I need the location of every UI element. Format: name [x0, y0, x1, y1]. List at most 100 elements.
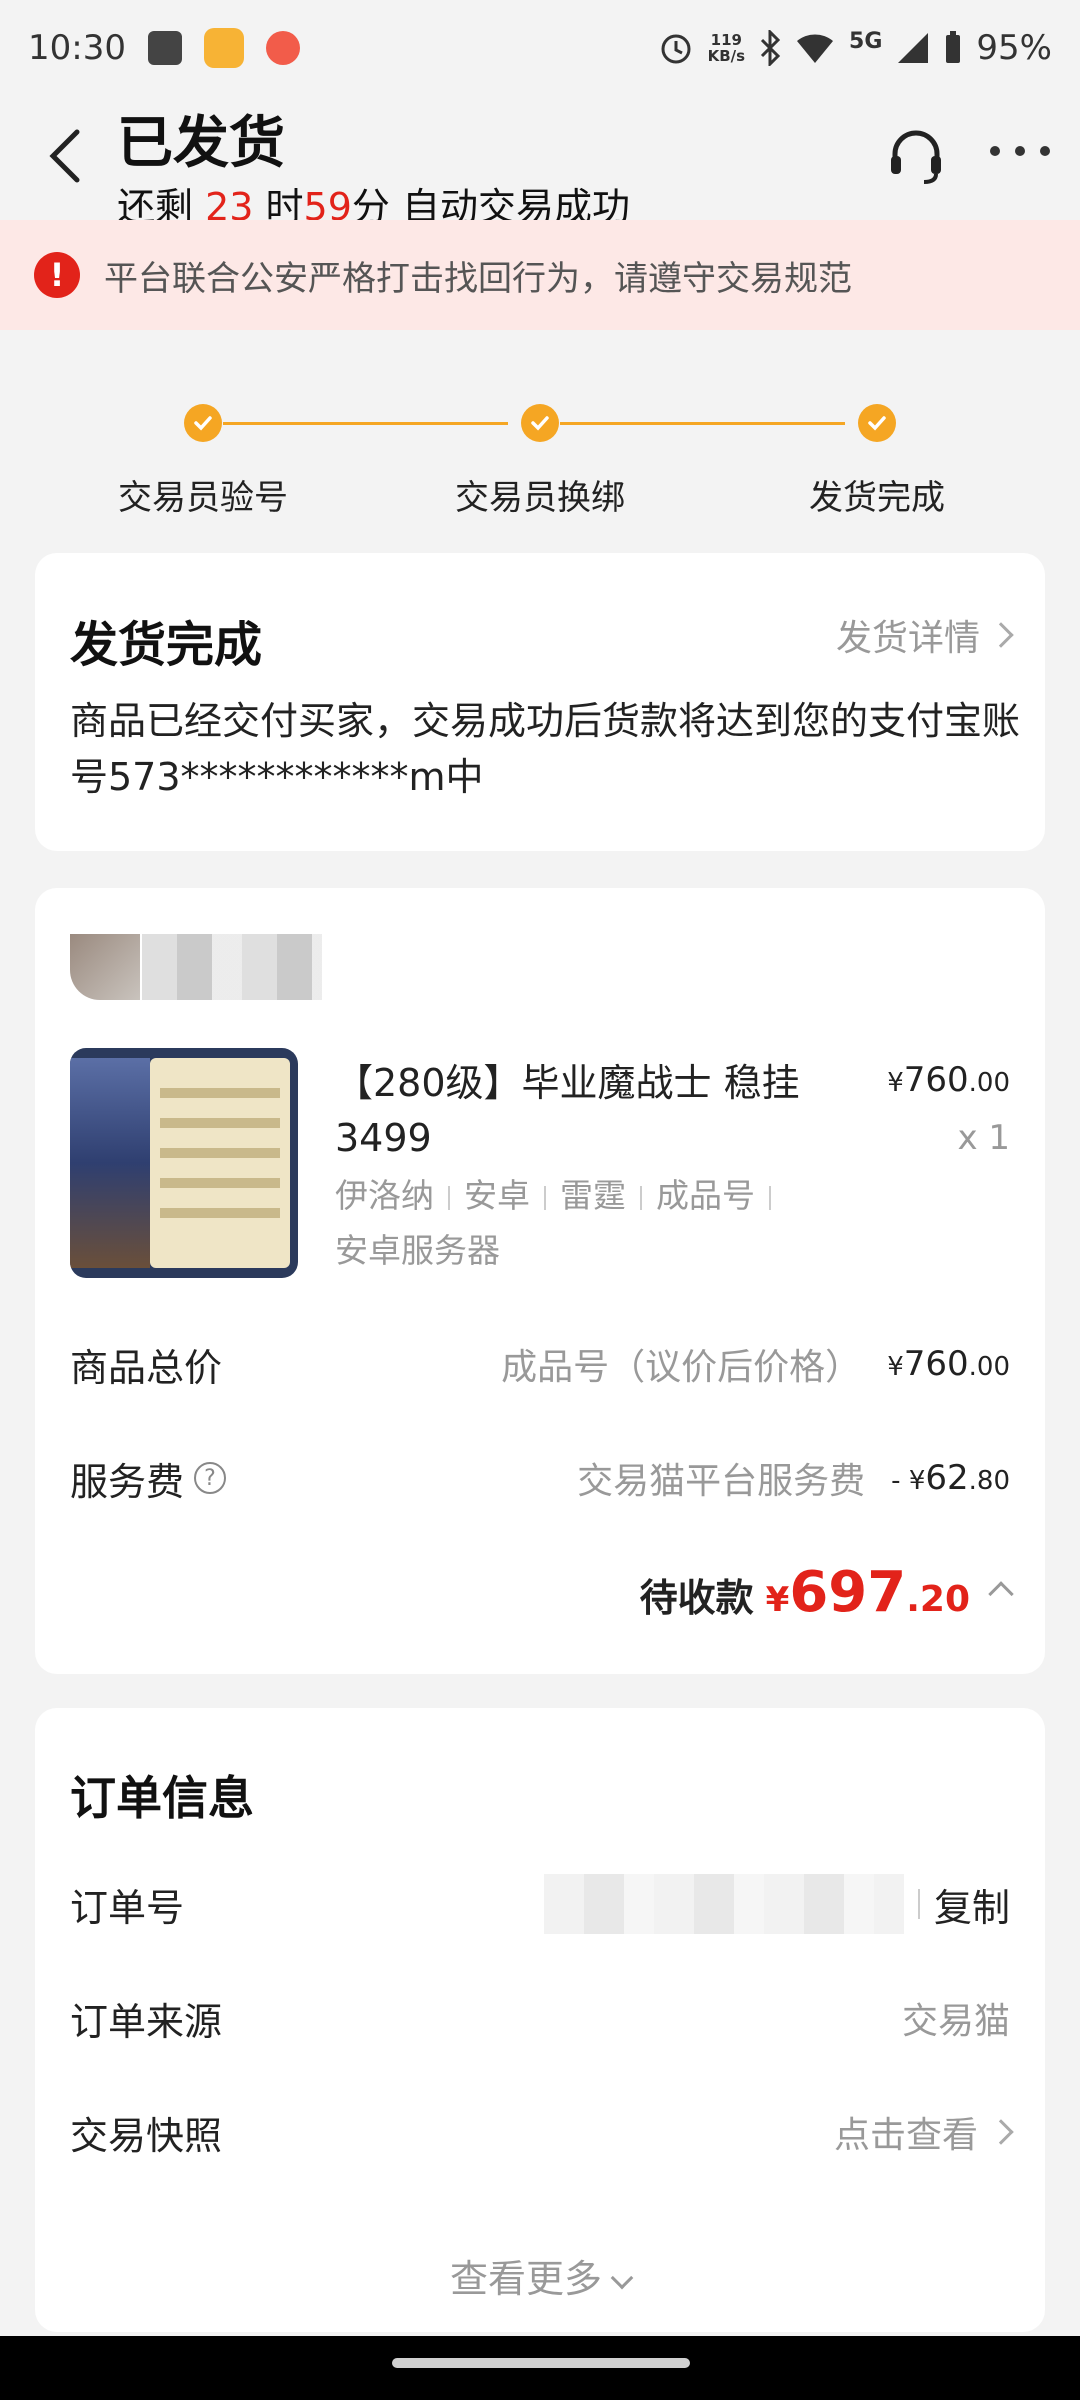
- total-price-int: 760: [903, 1344, 969, 1384]
- order-source-row: 订单来源 交易猫: [70, 1988, 1010, 2048]
- trade-snapshot-value: 点击查看: [833, 2115, 978, 2156]
- receivable-dec: .20: [906, 1579, 970, 1620]
- order-source-value: 交易猫: [901, 2001, 1010, 2042]
- chevron-right-icon: [988, 622, 1014, 648]
- service-fee-note: 交易猫平台服务费: [577, 1461, 866, 1502]
- product-tag: 伊洛纳: [335, 1176, 434, 1215]
- service-fee-int: 62: [925, 1458, 969, 1498]
- warning-icon: !: [34, 252, 80, 298]
- receivable-label: 待收款: [639, 1576, 754, 1620]
- network-speed-value: 119: [710, 31, 742, 49]
- app-notification-icon: [203, 28, 244, 68]
- signal-icon: [898, 33, 929, 63]
- service-fee-label-wrap: 服务费?: [70, 1451, 227, 1506]
- message-icon: [147, 31, 182, 65]
- see-more-button[interactable]: 查看更多: [35, 2248, 1045, 2303]
- progress-steps: 交易员验号 交易员换绑 发货完成: [0, 390, 1080, 520]
- delivery-description: 商品已经交付买家，交易成功后货款将达到您的支付宝账号573***********…: [70, 699, 1021, 799]
- step-connector: [223, 422, 508, 425]
- check-icon: [521, 404, 559, 442]
- wifi-icon: [797, 34, 834, 63]
- battery-icon: [946, 31, 961, 63]
- service-fee-dec: .80: [968, 1466, 1010, 1496]
- product-tag: 安卓服务器: [335, 1231, 500, 1270]
- service-fee-row: 服务费? 交易猫平台服务费 - ¥62.80: [70, 1448, 1010, 1508]
- check-icon: [858, 404, 896, 442]
- back-button[interactable]: [40, 126, 90, 186]
- order-number-label: 订单号: [70, 1885, 185, 1930]
- service-fee-prefix: - ¥: [891, 1466, 926, 1496]
- price-dec: .00: [968, 1068, 1010, 1098]
- system-navigation-bar: [0, 2336, 1080, 2400]
- order-source-label: 订单来源: [70, 1999, 223, 2044]
- receivable-symbol: ¥: [765, 1580, 790, 1620]
- header: 已发货 还剩 23 时59分 自动交易成功: [0, 96, 1080, 229]
- network-type: 5G: [849, 28, 883, 54]
- status-time: 10:30: [28, 28, 126, 68]
- notice-text: 平台联合公安严格打击找回行为，请遵守交易规范: [104, 258, 852, 299]
- copy-button[interactable]: 复制: [934, 1877, 1010, 1932]
- help-icon[interactable]: ?: [194, 1462, 227, 1494]
- order-number-value: 复制: [543, 1874, 1010, 1934]
- total-price-symbol: ¥: [887, 1352, 904, 1382]
- total-price-amount: ¥760.00: [887, 1344, 1010, 1384]
- product-tag: 成品号: [656, 1176, 755, 1215]
- page-title: 已发货: [117, 111, 285, 176]
- step-connector: [560, 422, 845, 425]
- product-title[interactable]: 【280级】毕业魔战士 稳挂3499: [335, 1056, 895, 1166]
- delivery-detail-link[interactable]: 发货详情: [835, 609, 1014, 661]
- check-icon: [184, 404, 222, 442]
- total-price-dec: .00: [968, 1352, 1010, 1382]
- alarm-icon: [661, 34, 691, 64]
- seller-avatar: [70, 934, 140, 1000]
- service-fee-label: 服务费: [70, 1459, 185, 1504]
- step-label: 发货完成: [809, 478, 945, 518]
- order-info-card: 订单信息 订单号 复制 订单来源 交易猫 交易快照 点击查看 查看更多: [35, 1708, 1045, 2332]
- receivable-total[interactable]: 待收款 ¥ 697 .20: [639, 1560, 1014, 1625]
- delivery-status-title: 发货完成: [70, 617, 263, 673]
- product-thumbnail[interactable]: [70, 1048, 298, 1278]
- more-dot-icon: [990, 146, 1000, 156]
- battery-level: 95%: [976, 28, 1052, 68]
- total-price-note: 成品号（议价后价格）: [501, 1347, 862, 1388]
- price-int: 760: [903, 1060, 969, 1100]
- headset-icon: [891, 130, 941, 184]
- product-tag: 雷霆: [560, 1176, 626, 1215]
- delivery-status-card: 发货完成 发货详情 商品已经交付买家，交易成功后货款将达到您的支付宝账号573*…: [35, 553, 1045, 851]
- delivery-detail-label: 发货详情: [835, 618, 980, 659]
- product-quantity: x 1: [957, 1118, 1010, 1158]
- product-card: 【280级】毕业魔战士 稳挂3499 伊洛纳 安卓 雷霆 成品号 安卓服务器 ¥760.…: [35, 888, 1045, 1674]
- network-speed: 119 KB/s: [708, 32, 745, 64]
- price-symbol: ¥: [887, 1068, 904, 1098]
- status-bar: 10:30 119 KB/s 5G 95%: [0, 0, 1080, 96]
- more-dot-icon: [1040, 146, 1050, 156]
- trade-snapshot-row[interactable]: 交易快照 点击查看: [70, 2102, 1014, 2162]
- step-label: 交易员验号: [118, 478, 288, 518]
- more-options-button[interactable]: [990, 136, 1050, 166]
- service-fee-amount: - ¥62.80: [891, 1458, 1010, 1498]
- total-price-label: 商品总价: [70, 1345, 223, 1390]
- trade-snapshot-link[interactable]: 点击查看: [833, 2106, 1014, 2158]
- app-notification-icon-2: [265, 31, 300, 65]
- order-number-row: 订单号 复制: [70, 1874, 1010, 1934]
- product-price: ¥760.00: [887, 1060, 1010, 1100]
- product-tags: 伊洛纳 安卓 雷霆 成品号 安卓服务器: [335, 1168, 855, 1278]
- home-gesture-handle[interactable]: [392, 2358, 690, 2368]
- chevron-up-icon[interactable]: [988, 1581, 1014, 1607]
- order-number-blurred: [543, 1874, 904, 1934]
- order-info-title: 订单信息: [70, 1771, 254, 1825]
- chevron-down-icon: [610, 2266, 634, 2290]
- bluetooth-icon: [760, 30, 781, 66]
- see-more-label: 查看更多: [449, 2257, 602, 2301]
- total-price-row: 商品总价 成品号（议价后价格） ¥760.00: [70, 1334, 1010, 1394]
- seller-info-blurred: [70, 934, 330, 1000]
- trade-snapshot-label: 交易快照: [70, 2113, 223, 2158]
- back-arrow-icon: [49, 129, 80, 183]
- network-speed-unit: KB/s: [707, 47, 746, 65]
- security-notice-banner: ! 平台联合公安严格打击找回行为，请遵守交易规范: [0, 220, 1080, 330]
- divider: [917, 1889, 920, 1919]
- more-dot-icon: [1015, 146, 1025, 156]
- chevron-right-icon: [988, 2119, 1014, 2145]
- seller-name-blurred: [142, 934, 322, 1000]
- customer-service-button[interactable]: [885, 124, 947, 186]
